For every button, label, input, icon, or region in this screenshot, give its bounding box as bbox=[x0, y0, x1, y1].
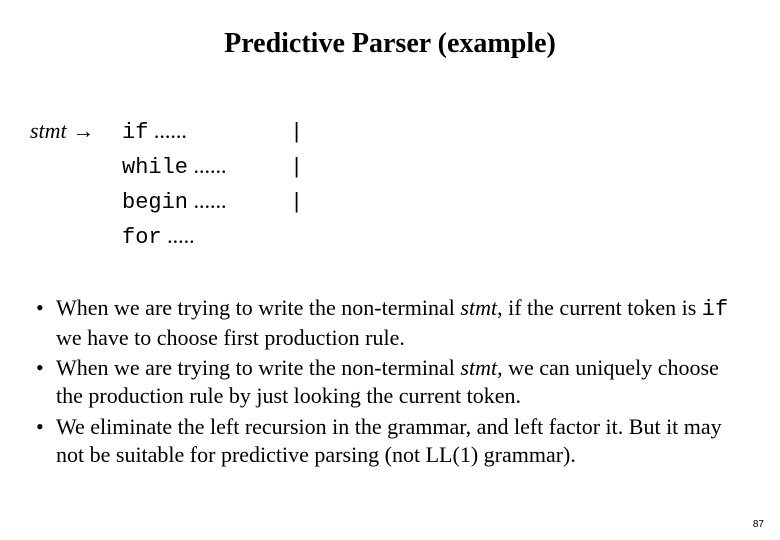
bullet-text: When we are trying to write the non-term… bbox=[56, 295, 460, 320]
bullet-list: When we are trying to write the non-term… bbox=[30, 294, 750, 469]
grammar-rule: begin ...... bbox=[122, 184, 290, 219]
bullet-text: We eliminate the left recursion in the g… bbox=[56, 414, 722, 467]
pipe: | bbox=[290, 151, 320, 184]
nonterminal-stmt: stmt bbox=[30, 118, 67, 143]
keyword-if: if bbox=[122, 120, 148, 145]
pipe: | bbox=[290, 186, 320, 219]
grammar-row: stmt → while ...... | bbox=[30, 149, 750, 184]
keyword-for: for bbox=[122, 225, 162, 250]
grammar-rule: while ...... bbox=[122, 149, 290, 184]
bullet-item: When we are trying to write the non-term… bbox=[30, 294, 750, 352]
nonterminal-stmt: stmt bbox=[460, 355, 497, 380]
bullet-item: We eliminate the left recursion in the g… bbox=[30, 413, 750, 469]
bullet-item: When we are trying to write the non-term… bbox=[30, 354, 750, 410]
grammar-rule: for ..... bbox=[122, 219, 290, 254]
keyword-begin: begin bbox=[122, 190, 188, 215]
slide-title: Predictive Parser (example) bbox=[30, 28, 750, 60]
nonterminal-stmt: stmt bbox=[460, 295, 497, 320]
pipe: | bbox=[290, 116, 320, 149]
dots: ...... bbox=[148, 118, 187, 143]
grammar-row: stmt → begin ...... | bbox=[30, 184, 750, 219]
page-number: 87 bbox=[753, 519, 764, 530]
grammar-lhs: stmt → bbox=[30, 114, 122, 147]
grammar-block: stmt → if ...... | stmt → while ...... |… bbox=[30, 114, 750, 254]
keyword-if: if bbox=[702, 297, 728, 322]
keyword-while: while bbox=[122, 155, 188, 180]
dots: ...... bbox=[188, 153, 227, 178]
dots: ..... bbox=[162, 223, 195, 248]
grammar-rule: if ...... bbox=[122, 114, 290, 149]
arrow-icon: → bbox=[67, 118, 95, 143]
bullet-text: When we are trying to write the non-term… bbox=[56, 355, 460, 380]
dots: ...... bbox=[188, 188, 227, 213]
grammar-row: stmt → for ..... bbox=[30, 219, 750, 254]
bullet-text: we have to choose first production rule. bbox=[56, 325, 405, 350]
bullet-text: , if the current token is bbox=[497, 295, 702, 320]
grammar-row: stmt → if ...... | bbox=[30, 114, 750, 149]
slide: Predictive Parser (example) stmt → if ..… bbox=[0, 0, 780, 540]
